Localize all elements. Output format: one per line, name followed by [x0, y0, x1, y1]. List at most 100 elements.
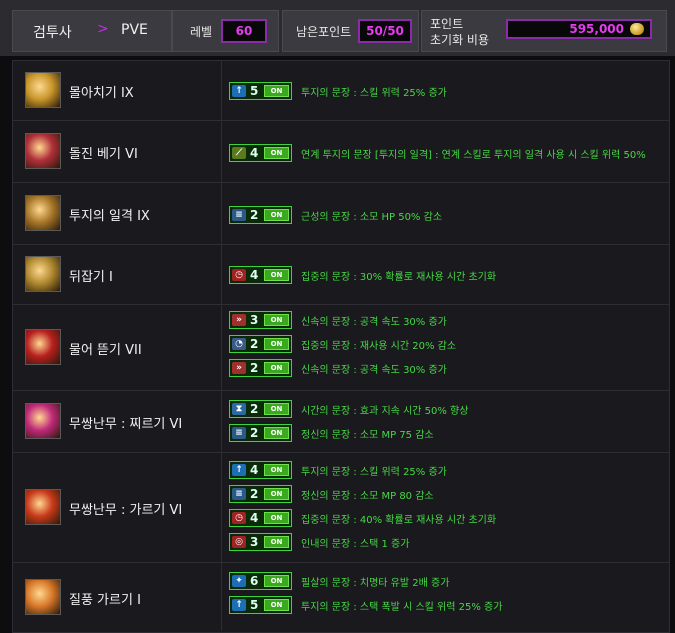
sigil-description: 투지의 문장 : 스킬 위력 25% 증가 — [301, 88, 447, 99]
sigil-badge[interactable]: ⧗ 2 ON — [229, 400, 292, 418]
sigil-on-toggle[interactable]: ON — [264, 85, 289, 97]
sigil-badge[interactable]: ≡ 2 ON — [229, 424, 292, 442]
skill-cell[interactable]: 무쌍난무 : 찌르기 VI — [13, 391, 222, 452]
sigil-entry: ↑ 4 ON 투지의 문장 : 스킬 위력 25% 증가 — [229, 461, 649, 481]
duration-icon: ⧗ — [232, 403, 246, 415]
speed-icon: » — [232, 314, 246, 326]
skill-row: 물어 뜯기 VII » 3 ON 신속의 문장 : 공격 속도 30% 증가 ◔ 2 ON 집중… — [13, 305, 669, 391]
sigil-description: 신속의 문장 : 공격 속도 30% 증가 — [301, 317, 447, 328]
sigil-badge[interactable]: ✦ 6 ON — [229, 572, 292, 590]
sigil-entry: ↑ 5 ON 투지의 문장 : 스킬 위력 25% 증가 — [229, 82, 649, 102]
sigil-on-toggle[interactable]: ON — [264, 575, 289, 587]
skill-name: 투지의 일격 IX — [69, 209, 150, 224]
skill-name: 뒤잡기 I — [69, 270, 113, 285]
cooldown-reduce-icon: ◔ — [232, 338, 246, 350]
sigil-level: 3 — [250, 535, 259, 549]
mp-cost-icon: ≡ — [232, 427, 246, 439]
sigil-entry: ◎ 3 ON 인내의 문장 : 스택 1 증가 — [229, 533, 649, 553]
cooldown-icon: ◷ — [232, 512, 246, 524]
sigil-badge[interactable]: ↑ 5 ON — [229, 82, 292, 100]
sword-icon: ⟋ — [232, 147, 246, 159]
sigil-on-toggle[interactable]: ON — [264, 209, 289, 221]
sigil-entry: ◷ 4 ON 집중의 문장 : 30% 확률로 재사용 시간 초기화 — [229, 266, 649, 286]
skill-cell[interactable]: 돌진 베기 VI — [13, 121, 222, 182]
sigil-badge[interactable]: » 2 ON — [229, 359, 292, 377]
sigil-on-toggle[interactable]: ON — [264, 269, 289, 281]
sigil-on-toggle[interactable]: ON — [264, 599, 289, 611]
level-label: 레벨 — [190, 25, 213, 39]
skill-name: 물어 뜯기 VII — [69, 343, 142, 358]
sigil-on-toggle[interactable]: ON — [264, 314, 289, 326]
back-grab-icon — [25, 256, 61, 292]
sigil-description: 신속의 문장 : 공격 속도 30% 증가 — [301, 365, 447, 376]
sigil-entry: ≡ 2 ON 정신의 문장 : 소모 MP 75 감소 — [229, 424, 649, 444]
breadcrumb-arrow-icon: > — [97, 21, 109, 37]
skill-row: 질풍 가르기 I ✦ 6 ON 필살의 문장 : 치명타 유발 2배 증가 ↑ 5 ON 투지의… — [13, 563, 669, 631]
sigil-badge[interactable]: ◎ 3 ON — [229, 533, 292, 551]
sigil-entry: ◔ 2 ON 집중의 문장 : 재사용 시간 20% 감소 — [229, 335, 649, 355]
blade-dance-cut-icon — [25, 489, 61, 525]
skill-cell[interactable]: 투지의 일격 IX — [13, 183, 222, 244]
sigil-badge[interactable]: ≡ 2 ON — [229, 485, 292, 503]
storm-slash-icon — [25, 72, 61, 108]
sigil-badge[interactable]: ◷ 4 ON — [229, 266, 292, 284]
fighting-strike-icon — [25, 195, 61, 231]
class-name[interactable]: 검투사 — [33, 22, 72, 42]
sigil-description: 정신의 문장 : 소모 MP 75 감소 — [301, 430, 434, 441]
sigil-on-toggle[interactable]: ON — [264, 488, 289, 500]
skill-row: 뒤잡기 I ◷ 4 ON 집중의 문장 : 30% 확률로 재사용 시간 초기화 — [13, 245, 669, 305]
skill-cell[interactable]: 무쌍난무 : 가르기 VI — [13, 453, 222, 562]
sigil-level: 4 — [250, 268, 259, 282]
skill-cell[interactable]: 뒤잡기 I — [13, 245, 222, 304]
sigil-badge[interactable]: ◔ 2 ON — [229, 335, 292, 353]
sigil-description: 투지의 문장 : 스택 폭발 시 스킬 위력 25% 증가 — [301, 602, 503, 613]
sigil-description: 시간의 문장 : 효과 지속 시간 50% 향상 — [301, 406, 469, 417]
sigil-badge[interactable]: ⟋ 4 ON — [229, 144, 292, 162]
level-value: 60 — [221, 19, 267, 43]
skill-cell[interactable]: 물어 뜯기 VII — [13, 305, 222, 390]
sigil-badge[interactable]: ≡ 2 ON — [229, 206, 292, 224]
sigil-badge[interactable]: ↑ 4 ON — [229, 461, 292, 479]
sigil-on-toggle[interactable]: ON — [264, 512, 289, 524]
sigil-on-toggle[interactable]: ON — [264, 147, 289, 159]
sigil-description: 집중의 문장 : 30% 확률로 재사용 시간 초기화 — [301, 272, 497, 283]
skill-name: 몰아치기 IX — [69, 86, 134, 101]
reset-cost-amount: 595,000 — [569, 22, 624, 36]
skill-name: 무쌍난무 : 찌르기 VI — [69, 417, 183, 432]
mode-name[interactable]: PVE — [121, 22, 148, 38]
bite-icon — [25, 329, 61, 365]
sigil-on-toggle[interactable]: ON — [264, 362, 289, 374]
level-box: 레벨 60 — [172, 10, 279, 52]
sigil-badge[interactable]: ◷ 4 ON — [229, 509, 292, 527]
sigil-on-toggle[interactable]: ON — [264, 464, 289, 476]
sigil-on-toggle[interactable]: ON — [264, 403, 289, 415]
sigil-entry: ≡ 2 ON 정신의 문장 : 소모 MP 80 감소 — [229, 485, 649, 505]
skill-cell[interactable]: 몰아치기 IX — [13, 61, 222, 120]
sigil-level: 2 — [250, 361, 259, 375]
sigil-badge[interactable]: ↑ 5 ON — [229, 596, 292, 614]
points-label: 남은포인트 — [296, 25, 352, 39]
gold-coin-icon — [630, 23, 644, 35]
skill-name: 돌진 베기 VI — [69, 147, 138, 162]
sigil-badge[interactable]: » 3 ON — [229, 311, 292, 329]
sigil-description: 투지의 문장 : 스킬 위력 25% 증가 — [301, 467, 447, 478]
skill-name: 질풍 가르기 I — [69, 593, 141, 608]
sigil-level: 2 — [250, 487, 259, 501]
sigil-description: 연계 투지의 문장 [투지의 일격] : 연계 스킬로 투지의 일격 사용 시 … — [301, 150, 646, 161]
sigil-on-toggle[interactable]: ON — [264, 427, 289, 439]
sigil-entry: ↑ 5 ON 투지의 문장 : 스택 폭발 시 스킬 위력 25% 증가 — [229, 596, 649, 616]
sigil-description: 집중의 문장 : 40% 확률로 재사용 시간 초기화 — [301, 515, 497, 526]
reset-label-line1: 포인트 — [430, 17, 464, 31]
dash-slash-icon — [25, 133, 61, 169]
skill-row: 돌진 베기 VI ⟋ 4 ON 연계 투지의 문장 [투지의 일격] : 연계 스킬로 … — [13, 121, 669, 183]
sigil-on-toggle[interactable]: ON — [264, 338, 289, 350]
sigil-on-toggle[interactable]: ON — [264, 536, 289, 548]
skill-cell[interactable]: 질풍 가르기 I — [13, 563, 222, 631]
speed-icon: » — [232, 362, 246, 374]
sigil-level: 4 — [250, 146, 259, 160]
sigil-level: 5 — [250, 84, 259, 98]
reset-cost-value: 595,000 — [506, 19, 652, 39]
sigil-description: 정신의 문장 : 소모 MP 80 감소 — [301, 491, 434, 502]
skill-row: 무쌍난무 : 찌르기 VI ⧗ 2 ON 시간의 문장 : 효과 지속 시간 50% 향… — [13, 391, 669, 453]
header-bar: 검투사 > PVE 레벨 60 남은포인트 50/50 포인트 초기화 비용 5… — [0, 0, 675, 56]
